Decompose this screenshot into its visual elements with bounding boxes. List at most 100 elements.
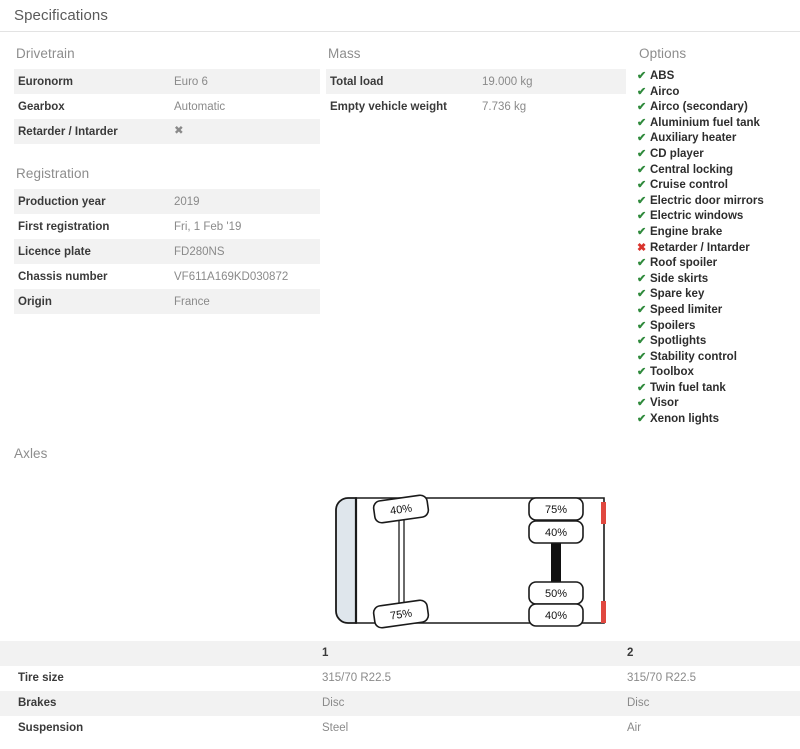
check-icon: ✔ <box>637 413 647 426</box>
axle-header-1: 1 <box>322 647 329 660</box>
row-key: Licence plate <box>18 245 91 258</box>
list-item: ✔ CD player <box>637 147 800 163</box>
row-value: Fri, 1 Feb '19 <box>174 220 242 233</box>
row-value: 19.000 kg <box>482 75 533 88</box>
row-value-axle2: Air <box>627 722 642 735</box>
check-icon: ✔ <box>637 116 647 129</box>
list-item: ✔ Airco (secondary) <box>637 100 800 116</box>
tire-axle2-left-outer: 75% <box>528 496 584 521</box>
option-label: Central locking <box>650 163 734 176</box>
option-label: Spoilers <box>650 319 696 332</box>
option-label: Airco <box>650 85 680 98</box>
row-value-axle2: Disc <box>627 697 650 710</box>
options-list: ✔ ABS ✔ Airco ✔ Airco (secondary) ✔ Aluminium f… <box>637 69 800 428</box>
list-item: ✔ Engine brake <box>637 225 800 241</box>
mass-table: Total load 19.000 kg Empty vehicle weigh… <box>326 69 626 119</box>
check-icon: ✔ <box>637 350 647 363</box>
registration-table: Production year 2019 First registration … <box>14 189 320 314</box>
check-icon: ✔ <box>637 381 647 394</box>
check-icon: ✔ <box>637 70 647 82</box>
section-title-options: Options <box>639 46 687 61</box>
row-value: FD280NS <box>174 245 225 258</box>
cross-icon: ✖ <box>637 241 647 254</box>
list-item: ✔ Side skirts <box>637 272 800 288</box>
row-key: Gearbox <box>18 100 65 113</box>
row-key: Total load <box>330 75 384 88</box>
axle-header-blank <box>0 641 322 666</box>
check-icon: ✔ <box>637 257 647 270</box>
table-row: Gearbox Automatic <box>14 94 320 119</box>
check-icon: ✔ <box>637 163 647 176</box>
list-item: ✔ Cruise control <box>637 178 800 194</box>
option-label: Aluminium fuel tank <box>650 116 760 129</box>
cab-windshield <box>335 496 357 624</box>
check-icon: ✔ <box>637 288 647 301</box>
section-title-axles: Axles <box>14 445 48 461</box>
option-label: Airco (secondary) <box>650 101 748 114</box>
row-key: Origin <box>18 295 52 308</box>
row-key: Suspension <box>18 722 84 735</box>
row-key: First registration <box>18 220 110 233</box>
axle-header-2: 2 <box>627 647 634 660</box>
check-icon: ✔ <box>637 225 647 238</box>
option-label: Spare key <box>650 288 705 301</box>
list-item: ✔ Spoilers <box>637 319 800 335</box>
list-item: ✔ Roof spoiler <box>637 256 800 272</box>
row-value: Euro 6 <box>174 75 208 88</box>
table-row: Origin France <box>14 289 320 314</box>
list-item: ✔ Airco <box>637 85 800 101</box>
table-row: Brakes Disc Disc <box>0 690 800 716</box>
row-value: 7.736 kg <box>482 100 527 113</box>
list-item: ✔ Auxiliary heater <box>637 131 800 147</box>
axle-table: 1 2 Tire size 315/70 R22.5 315/70 R22.5 … <box>0 640 800 741</box>
rear-marker-top <box>601 501 606 524</box>
option-label: CD player <box>650 147 704 160</box>
page-header: Specifications <box>0 0 800 32</box>
page-title: Specifications <box>14 7 108 24</box>
list-item: ✖ Retarder / Intarder <box>637 241 800 257</box>
check-icon: ✔ <box>637 210 647 223</box>
list-item: ✔ ABS <box>637 69 800 85</box>
row-value: 2019 <box>174 195 200 208</box>
check-icon: ✔ <box>637 147 647 160</box>
option-label: Auxiliary heater <box>650 132 737 145</box>
option-label: Twin fuel tank <box>650 381 726 394</box>
axles-section: Axles <box>0 446 800 461</box>
column-options: Options ✔ ABS ✔ Airco ✔ Airco (secondary) ✔ Alu… <box>626 46 800 428</box>
cross-icon: ✖ <box>174 124 184 137</box>
table-row: Euronorm Euro 6 <box>14 69 320 94</box>
option-label: Electric door mirrors <box>650 194 764 207</box>
row-key: Retarder / Intarder <box>18 125 118 138</box>
option-label: Electric windows <box>650 210 744 223</box>
list-item: ✔ Electric door mirrors <box>637 194 800 210</box>
row-value: France <box>174 295 210 308</box>
tire-tread-label: 40% <box>545 610 567 622</box>
table-row: Retarder / Intarder ✖ <box>14 119 320 144</box>
tire-tread-label: 50% <box>545 588 567 600</box>
option-label: Cruise control <box>650 179 728 192</box>
table-row: Tire size 315/70 R22.5 315/70 R22.5 <box>0 666 800 691</box>
column-mass: Mass Total load 19.000 kg Empty vehicle … <box>320 46 626 428</box>
option-label: Stability control <box>650 350 737 363</box>
table-row: Total load 19.000 kg <box>326 69 626 94</box>
check-icon: ✔ <box>637 397 647 410</box>
option-label: ABS <box>650 70 675 82</box>
list-item: ✔ Twin fuel tank <box>637 381 800 397</box>
table-row: Chassis number VF611A169KD030872 <box>14 264 320 289</box>
tire-tread-label: 40% <box>545 527 567 539</box>
check-icon: ✔ <box>637 303 647 316</box>
list-item: ✔ Central locking <box>637 163 800 179</box>
option-label: Xenon lights <box>650 413 719 426</box>
tire-tread-label: 75% <box>545 504 567 516</box>
tire-axle2-left-inner: 40% <box>528 519 584 544</box>
option-label: Toolbox <box>650 366 694 379</box>
list-item: ✔ Aluminium fuel tank <box>637 116 800 132</box>
table-row: Suspension Steel Air <box>0 716 800 741</box>
section-title-mass: Mass <box>328 46 361 61</box>
check-icon: ✔ <box>637 179 647 192</box>
list-item: ✔ Xenon lights <box>637 412 800 428</box>
list-item: ✔ Spare key <box>637 287 800 303</box>
row-key: Chassis number <box>18 270 108 283</box>
tire-axle2-right-outer: 40% <box>528 602 584 627</box>
check-icon: ✔ <box>637 132 647 145</box>
